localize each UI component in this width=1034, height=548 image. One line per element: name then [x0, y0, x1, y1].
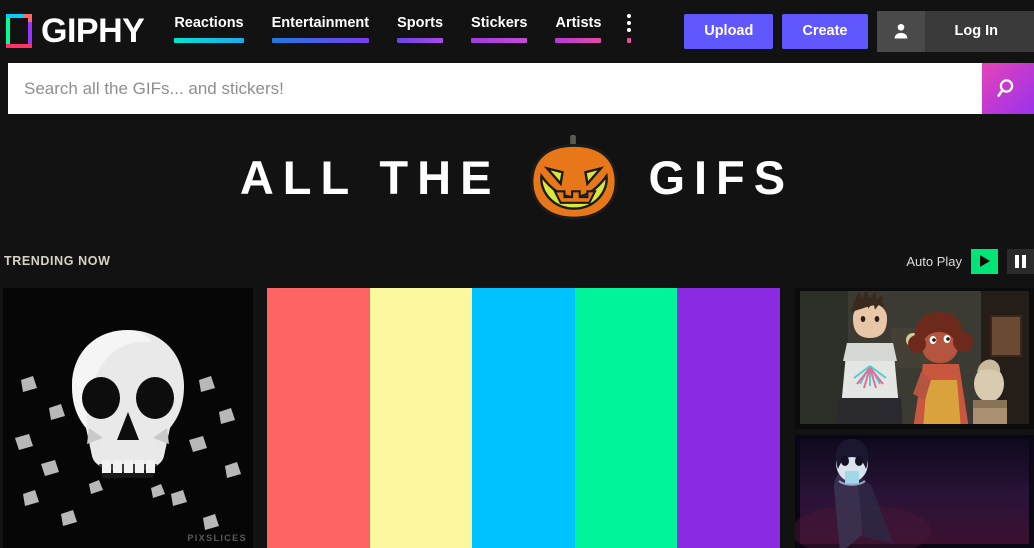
nav-item-reactions[interactable]: Reactions: [166, 8, 251, 43]
search-button[interactable]: [982, 63, 1034, 114]
nav-item-stickers[interactable]: Stickers: [463, 8, 535, 43]
pause-bars-icon: [1015, 254, 1019, 268]
play-triangle-icon: [980, 255, 990, 267]
animated-movie-art: [795, 288, 1034, 429]
skull-gif-art: [3, 288, 253, 548]
autoplay-label: Auto Play: [906, 253, 962, 269]
nav-underline: [271, 38, 370, 43]
three-dots-vertical-icon: [627, 8, 632, 38]
account-menu[interactable]: Log In: [876, 10, 1034, 52]
color-band-green: [574, 288, 678, 548]
nav-underline: [627, 38, 632, 43]
nav-item-entertainment[interactable]: Entertainment: [264, 8, 378, 43]
gif-tile-skull[interactable]: PIXSLICES: [3, 288, 253, 548]
gif-watermark: PIXSLICES: [187, 533, 247, 543]
gif-tile-ghost[interactable]: [795, 435, 1034, 548]
giphy-homepage: GIPHY Reactions Entertainment Sports Sti…: [0, 0, 1034, 548]
person-avatar-icon: [876, 10, 925, 52]
nav-label: Entertainment: [271, 15, 370, 31]
giphy-logo[interactable]: GIPHY: [0, 12, 145, 50]
ghost-gif-art: [795, 435, 1034, 548]
main-navigation: Reactions Entertainment Sports Stickers …: [166, 8, 637, 54]
upload-button[interactable]: Upload: [684, 13, 774, 49]
color-band-yellow: [369, 288, 473, 548]
trending-gif-grid: PIXSLICES: [0, 288, 1034, 548]
site-header: GIPHY Reactions Entertainment Sports Sti…: [0, 0, 1034, 62]
nav-label: Reactions: [174, 15, 244, 31]
color-band-red: [267, 288, 370, 548]
nav-underline: [174, 38, 244, 43]
color-band-purple: [677, 288, 780, 548]
hero-banner: ALL THE GIFS: [0, 114, 1034, 240]
jack-o-lantern-pumpkin-icon: [530, 134, 618, 220]
giphy-rainbow-page-icon: [6, 14, 32, 48]
nav-label: Stickers: [471, 15, 528, 31]
autoplay-play-button[interactable]: [971, 248, 998, 274]
search-magnifier-icon: [997, 78, 1014, 97]
autoplay-pause-button[interactable]: [1007, 248, 1034, 274]
nav-underline: [397, 38, 444, 43]
search-bar: [8, 63, 1034, 114]
nav-item-artists[interactable]: Artists: [547, 8, 609, 43]
trending-bar: TRENDING NOW Auto Play: [0, 243, 1034, 279]
autoplay-controls: Auto Play: [906, 248, 1034, 274]
header-actions: Upload Create Log In: [684, 0, 1034, 62]
nav-underline: [555, 38, 602, 43]
logo-text: GIPHY: [41, 12, 145, 50]
nav-item-more-menu[interactable]: [621, 8, 637, 43]
login-button[interactable]: Log In: [925, 23, 1034, 39]
trending-title: TRENDING NOW: [4, 254, 111, 268]
nav-underline: [471, 38, 528, 43]
gif-tile-color-bars[interactable]: [267, 288, 780, 548]
search-input[interactable]: [8, 63, 982, 114]
hero-text-left: ALL THE: [239, 150, 501, 204]
nav-label: Artists: [555, 15, 602, 31]
nav-label: Sports: [397, 15, 444, 31]
gif-tile-animated-movie[interactable]: [795, 288, 1034, 429]
hero-text-right: GIFS: [648, 150, 795, 204]
color-band-cyan: [472, 288, 575, 548]
create-button[interactable]: Create: [782, 13, 868, 49]
nav-item-sports[interactable]: Sports: [389, 8, 451, 43]
